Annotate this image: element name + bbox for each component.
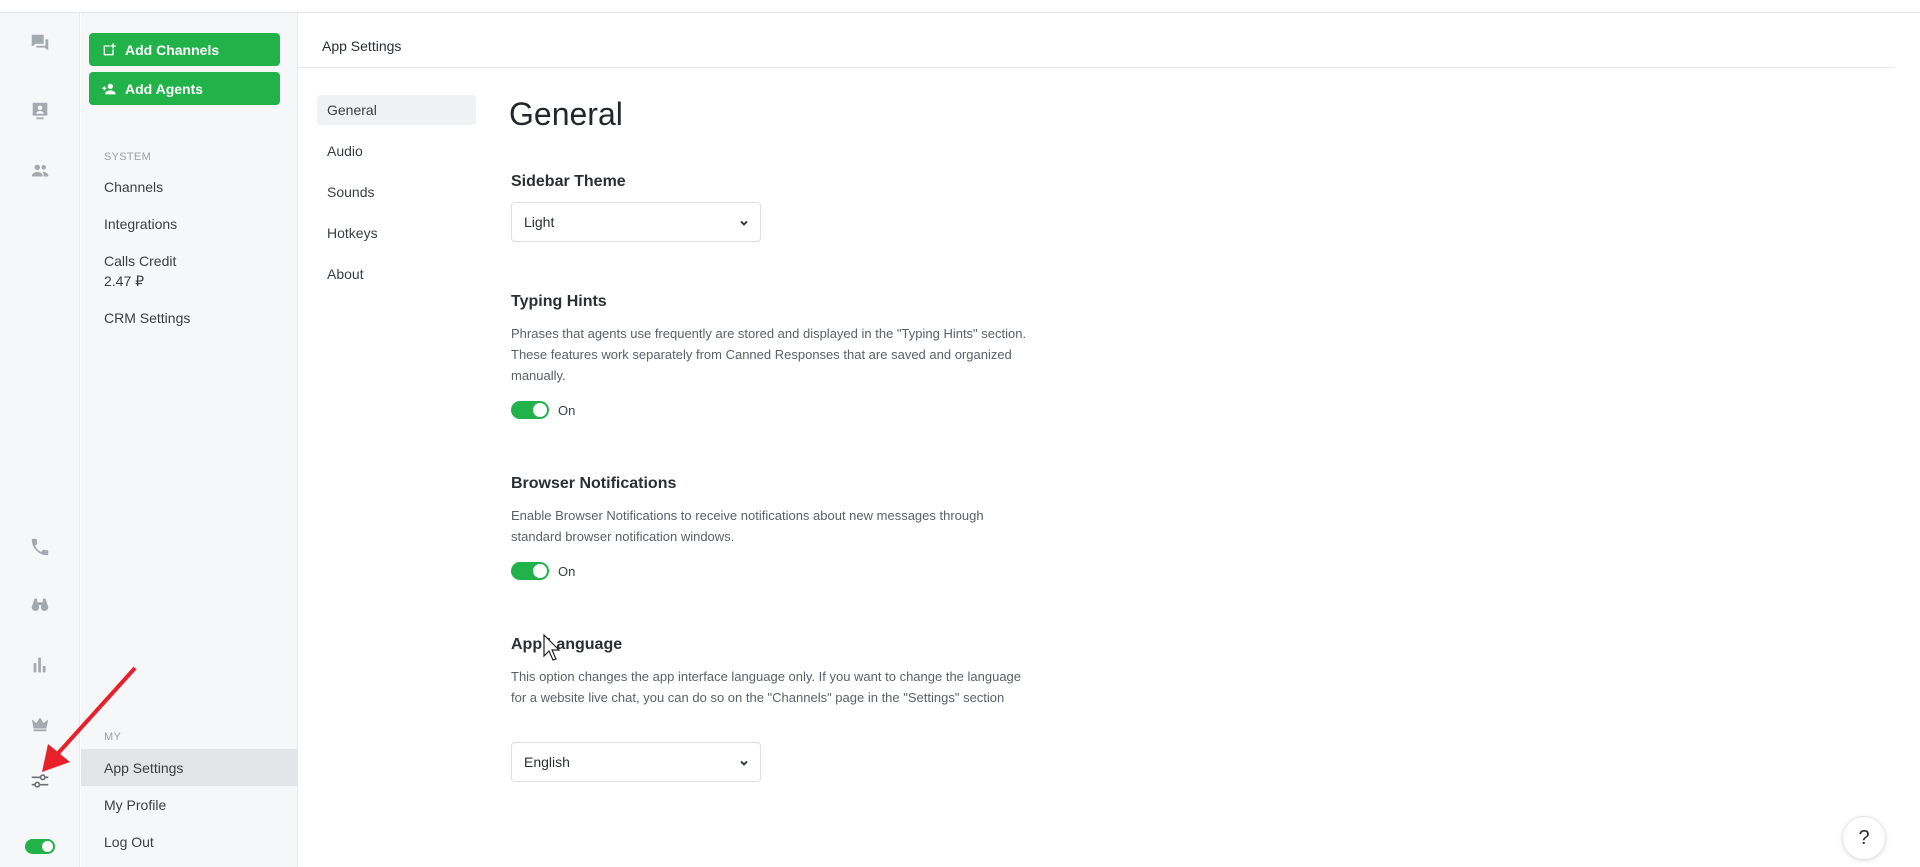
header-divider [298, 67, 1895, 68]
typing-hints-state: On [558, 402, 576, 418]
help-button[interactable]: ? [1842, 816, 1886, 860]
section-heading: General [509, 96, 623, 132]
crown-icon[interactable] [28, 711, 52, 735]
chevron-down-icon [738, 216, 750, 228]
nav-panel: Add Channels Add Agents SYSTEM Channels … [81, 13, 298, 867]
settings-tab-audio[interactable]: Audio [317, 136, 476, 166]
typing-hints-toggle[interactable] [511, 401, 549, 419]
settings-tab-about[interactable]: About [317, 259, 476, 289]
app-language-title: App Language [511, 636, 623, 653]
agents-group-icon[interactable] [28, 159, 52, 183]
nav-item-my-profile[interactable]: My Profile [81, 795, 297, 815]
chevron-down-icon [738, 756, 750, 768]
binoculars-icon[interactable] [28, 593, 52, 617]
my-section-label: MY [104, 731, 122, 743]
add-channels-label: Add Channels [125, 41, 220, 58]
sidebar-theme-select[interactable]: Light [511, 202, 761, 242]
icon-rail [0, 13, 80, 867]
calls-credit-label: Calls Credit [104, 253, 177, 269]
nav-item-app-settings[interactable]: App Settings [81, 749, 297, 786]
status-toggle[interactable] [25, 839, 55, 854]
typing-hints-toggle-row: On [511, 401, 575, 419]
nav-item-log-out[interactable]: Log Out [81, 832, 297, 852]
sliders-icon[interactable] [28, 769, 52, 793]
contacts-card-icon[interactable] [28, 99, 52, 123]
browser-notifications-toggle-row: On [511, 562, 575, 580]
phone-icon[interactable] [28, 535, 52, 559]
add-agent-icon [102, 83, 116, 94]
sidebar-theme-value: Light [524, 214, 555, 230]
browser-notifications-toggle[interactable] [511, 562, 549, 580]
app-language-value: English [524, 754, 570, 770]
add-channels-button[interactable]: Add Channels [89, 33, 280, 66]
chat-icon[interactable] [28, 31, 52, 55]
app-language-description: This option changes the app interface la… [511, 669, 1022, 705]
system-section-label: SYSTEM [104, 151, 152, 163]
nav-item-crm-settings[interactable]: CRM Settings [81, 308, 297, 328]
settings-tab-general[interactable]: General [317, 95, 476, 125]
nav-item-calls-credit[interactable]: Calls Credit 2.47 ₽ [81, 251, 297, 291]
sidebar-theme-title: Sidebar Theme [511, 173, 626, 190]
add-agents-label: Add Agents [125, 80, 204, 97]
app-language-select[interactable]: English [511, 742, 761, 782]
bar-chart-icon[interactable] [28, 653, 52, 677]
browser-notifications-state: On [558, 563, 576, 579]
settings-tab-sounds[interactable]: Sounds [317, 177, 476, 207]
settings-tab-hotkeys[interactable]: Hotkeys [317, 218, 476, 248]
typing-hints-title: Typing Hints [511, 293, 607, 310]
add-agents-button[interactable]: Add Agents [89, 72, 280, 105]
nav-item-integrations[interactable]: Integrations [81, 214, 297, 234]
add-channel-icon [103, 42, 116, 55]
nav-item-channels[interactable]: Channels [81, 177, 297, 197]
calls-credit-balance: 2.47 ₽ [104, 273, 145, 289]
browser-notifications-description: Enable Browser Notifications to receive … [511, 508, 984, 544]
typing-hints-description: Phrases that agents use frequently are s… [511, 326, 1027, 383]
browser-notifications-title: Browser Notifications [511, 475, 677, 492]
page-title: App Settings [322, 38, 402, 54]
